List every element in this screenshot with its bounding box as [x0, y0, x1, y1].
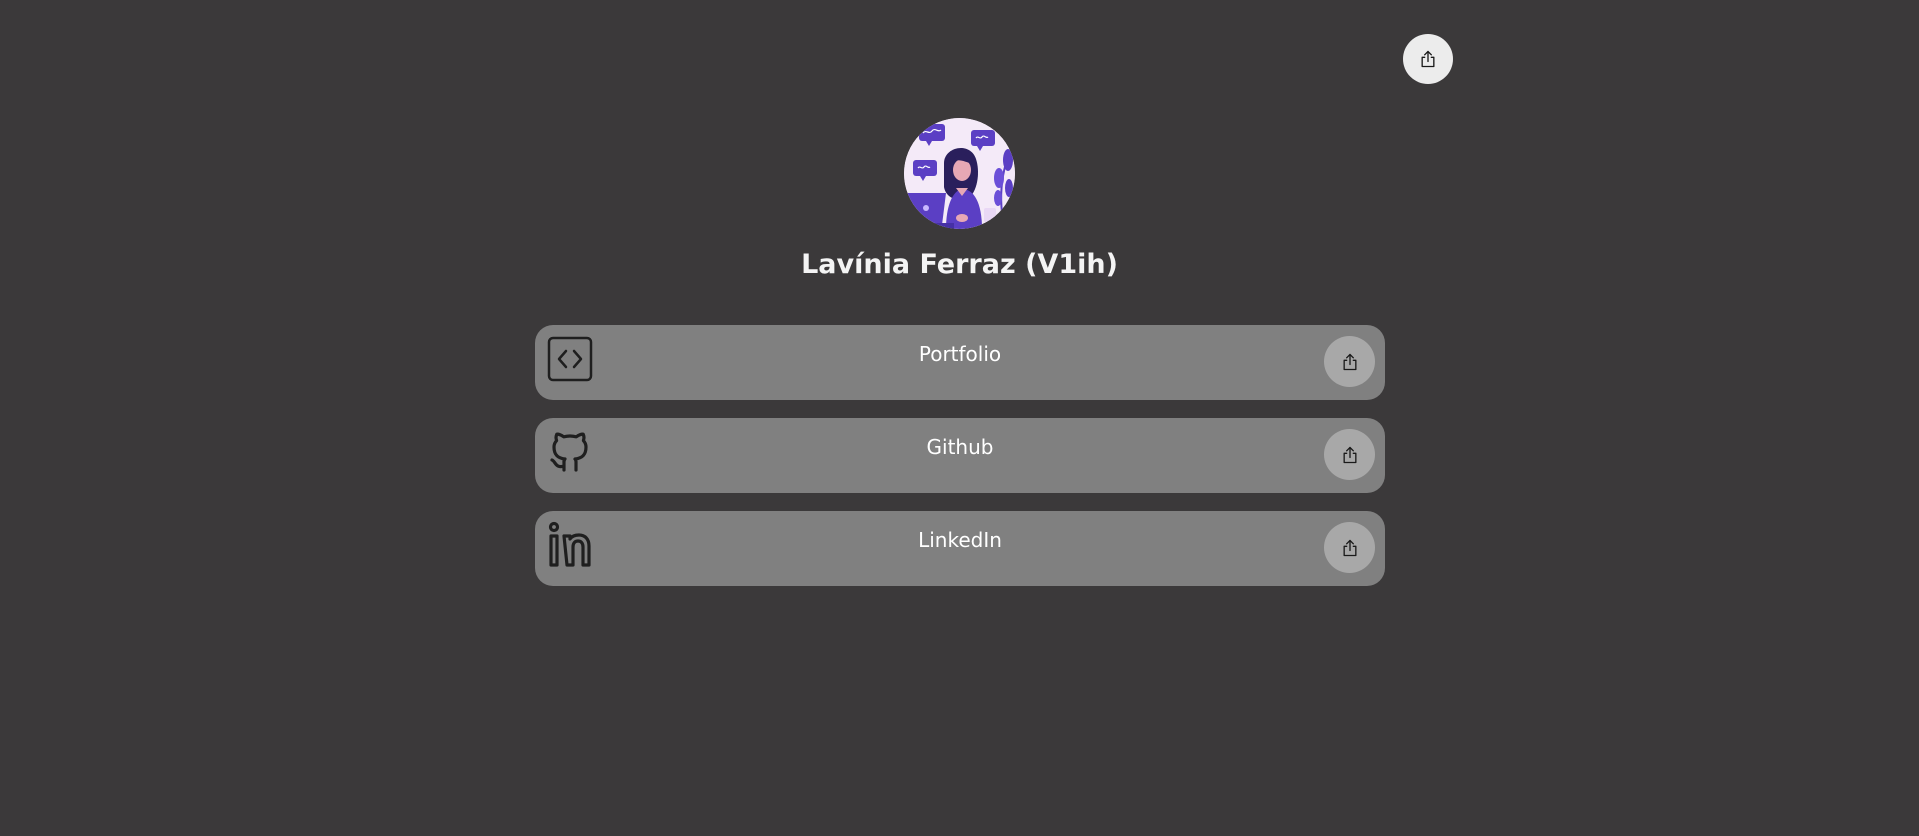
code-brackets-icon: [546, 335, 594, 383]
avatar: [904, 118, 1015, 229]
github-icon: [546, 428, 594, 476]
share-portfolio-button[interactable]: [1324, 336, 1375, 387]
link-github[interactable]: Github: [535, 418, 1385, 493]
link-label: LinkedIn: [918, 528, 1002, 552]
link-linkedin[interactable]: LinkedIn: [535, 511, 1385, 586]
links-list: Portfolio Github LinkedIn: [535, 325, 1385, 604]
share-icon: [1343, 446, 1356, 463]
linkedin-icon: [546, 521, 594, 569]
share-linkedin-button[interactable]: [1324, 522, 1375, 573]
share-icon: [1421, 50, 1435, 68]
share-icon: [1343, 539, 1356, 556]
page-share-button[interactable]: [1403, 34, 1453, 84]
link-portfolio[interactable]: Portfolio: [535, 325, 1385, 400]
link-label: Portfolio: [918, 342, 1002, 366]
profile-name: Lavínia Ferraz (V1ih): [801, 249, 1118, 280]
developer-illustration: [904, 118, 1015, 229]
linktree-page: Lavínia Ferraz (V1ih) Portfolio Github L…: [0, 0, 1919, 836]
share-github-button[interactable]: [1324, 429, 1375, 480]
share-icon: [1343, 353, 1356, 370]
link-label: Github: [926, 435, 994, 459]
